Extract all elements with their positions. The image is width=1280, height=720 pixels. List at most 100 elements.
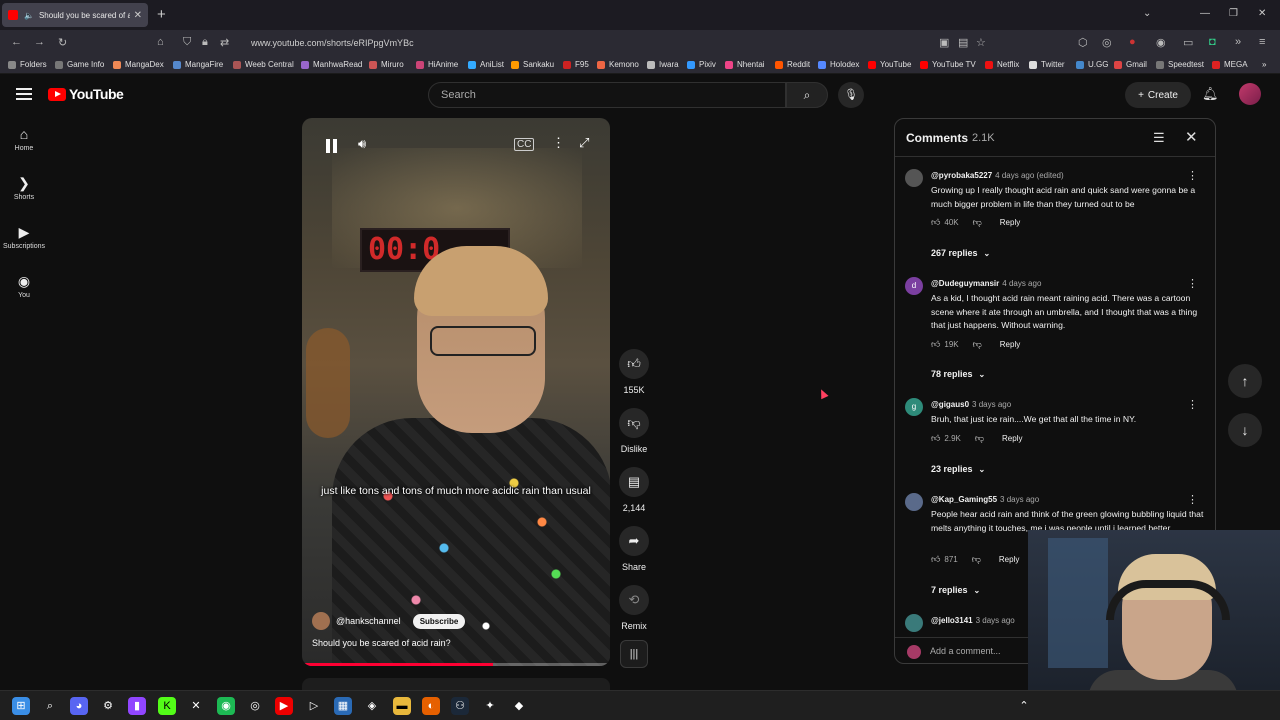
back-icon[interactable]: ← (11, 36, 22, 48)
commenter-avatar[interactable] (905, 614, 923, 632)
bookmark-item[interactable]: Nhentai (725, 60, 765, 69)
comment-menu-icon[interactable]: ⋮ (1187, 493, 1198, 506)
bookmark-item[interactable]: YouTube TV (920, 60, 976, 69)
comment-time[interactable]: 3 days ago (976, 616, 1015, 625)
microphone-icon[interactable]: 🎙︎ (838, 82, 864, 108)
minimize-icon[interactable]: — (1200, 8, 1210, 19)
comment-time[interactable]: 4 days ago (1002, 279, 1041, 288)
bookmark-item[interactable]: Weeb Central (233, 60, 294, 69)
reply-button[interactable]: Reply (999, 555, 1019, 564)
comment-dislike-icon[interactable]: 👎︎ (972, 554, 981, 565)
speaker-icon[interactable]: 🔈 (24, 11, 34, 20)
address-bar[interactable]: www.youtube.com/shorts/eRIPpgVmYBc (251, 38, 414, 48)
commenter-avatar[interactable]: g (905, 398, 923, 416)
sidebar-item-subscriptions[interactable]: ▶ Subscriptions (0, 224, 48, 250)
overflow-chevron-icon[interactable]: » (1235, 36, 1241, 48)
dislike-button[interactable]: 👎︎ Dislike (619, 408, 649, 454)
spotify-icon[interactable]: ◉ (217, 697, 235, 715)
view-replies-button[interactable]: 23 replies ⌄ (931, 464, 985, 474)
commenter-avatar[interactable] (905, 493, 923, 511)
extension-icon-3[interactable]: ◉ (1156, 36, 1166, 49)
comment-author[interactable]: @pyrobaka5227 (931, 171, 992, 180)
search-button[interactable]: ⌕ (786, 82, 828, 108)
extension-icon-1[interactable]: ◎ (1102, 36, 1112, 49)
sort-icon[interactable]: ☰ (1153, 130, 1165, 146)
bookmark-item[interactable]: Reddit (775, 60, 810, 69)
extension-icon-4[interactable]: ▭ (1183, 36, 1193, 49)
taskbar-app-icon[interactable]: ◎ (246, 697, 264, 715)
comment-time[interactable]: 3 days ago (1000, 495, 1039, 504)
bookmark-item[interactable]: Twitter (1029, 60, 1065, 69)
extensions-icon[interactable]: ⬡ (1078, 36, 1088, 49)
volume-icon[interactable]: 🔊︎ (358, 136, 366, 152)
comment-dislike-icon[interactable]: 👎︎ (975, 433, 984, 444)
comment-menu-icon[interactable]: ⋮ (1187, 398, 1198, 411)
steam-icon[interactable]: ⚇ (451, 697, 469, 715)
comment-author[interactable]: @jello3141 (931, 616, 973, 625)
reader-view-icon[interactable]: ▤ (958, 36, 968, 49)
bookmark-item[interactable]: AniList (468, 60, 504, 69)
comment-dislike-icon[interactable]: 👎︎ (973, 217, 982, 228)
sidebar-item-shorts[interactable]: ❯ Shorts (0, 175, 48, 201)
taskbar-app-icon[interactable]: ▦ (334, 697, 352, 715)
extension-icon-2[interactable]: ● (1129, 36, 1136, 48)
tray-chevron-up-icon[interactable]: ⌃ (1015, 697, 1033, 715)
bookmark-item[interactable]: MangaFire (173, 60, 223, 69)
x-icon[interactable]: ✕ (187, 697, 205, 715)
bookmark-item[interactable]: ManhwaRead (301, 60, 362, 69)
tab-list-chevron-icon[interactable]: ⌄ (1143, 8, 1151, 19)
more-options-icon[interactable]: ⋮ (552, 135, 565, 151)
permissions-icon[interactable]: ⇄ (220, 36, 229, 49)
next-short-preview[interactable] (302, 678, 610, 690)
reply-button[interactable]: Reply (1000, 218, 1020, 227)
comment-author[interactable]: @Dudeguymansir (931, 279, 999, 288)
extension-icon-5[interactable]: ◘ (1209, 36, 1216, 48)
bookmark-item[interactable]: Kemono (597, 60, 639, 69)
browser-menu-icon[interactable]: ≡ (1259, 36, 1265, 48)
reply-button[interactable]: Reply (1002, 434, 1022, 443)
subscribe-button[interactable]: Subscribe (412, 613, 466, 629)
discord-icon[interactable]: ◕ (70, 697, 88, 715)
video-title[interactable]: Should you be scared of acid rain? (312, 638, 451, 648)
bookmark-item[interactable]: YouTube (868, 60, 911, 69)
browser-tab[interactable]: 🔈 Should you be scared of ac ✕ (2, 3, 148, 27)
bookmark-item[interactable]: Game Info (55, 60, 104, 69)
bookmark-item[interactable]: Holodex (818, 60, 859, 69)
twitch-icon[interactable]: ▮ (128, 697, 146, 715)
account-avatar[interactable] (1239, 83, 1261, 105)
pause-icon[interactable] (320, 136, 342, 158)
commenter-avatar[interactable] (905, 169, 923, 187)
taskbar-app-icon[interactable]: ✦ (481, 697, 499, 715)
commenter-avatar[interactable]: d (905, 277, 923, 295)
comment-like-icon[interactable]: 👍︎ (931, 339, 940, 350)
taskbar-app-icon[interactable]: ⚙ (99, 697, 117, 715)
view-replies-button[interactable]: 7 replies ⌄ (931, 585, 980, 595)
new-tab-icon[interactable]: + (157, 6, 166, 23)
media-player-icon[interactable]: ▷ (305, 697, 323, 715)
like-button[interactable]: 👍︎ 155K (619, 349, 649, 395)
share-button[interactable]: ➦ Share (619, 526, 649, 572)
firefox-icon[interactable]: ◐ (422, 697, 440, 715)
kick-icon[interactable]: K (158, 697, 176, 715)
search-input[interactable]: Search (428, 82, 786, 108)
comment-like-icon[interactable]: 👍︎ (931, 433, 940, 444)
notifications-bell-icon[interactable]: 🔔︎ (1202, 86, 1219, 102)
view-replies-button[interactable]: 267 replies ⌄ (931, 248, 990, 258)
bookmark-item[interactable]: Iwara (647, 60, 679, 69)
bookmark-item[interactable]: Sankaku (511, 60, 554, 69)
bookmark-item[interactable]: Pixiv (687, 60, 716, 69)
comment-dislike-icon[interactable]: 👎︎ (973, 339, 982, 350)
remix-button[interactable]: ⟲ Remix (619, 585, 649, 631)
file-explorer-icon[interactable]: ▬ (393, 697, 411, 715)
menu-icon[interactable] (16, 88, 32, 100)
comment-like-icon[interactable]: 👍︎ (931, 554, 940, 565)
bookmark-item[interactable]: MEGA (1212, 60, 1248, 69)
video-progress-bar[interactable] (302, 663, 610, 666)
comment-time[interactable]: 3 days ago (972, 400, 1011, 409)
taskbar-search-icon[interactable]: ⌕ (41, 697, 59, 715)
close-comments-icon[interactable]: ✕ (1185, 128, 1198, 146)
comment-author[interactable]: @gigaus0 (931, 400, 969, 409)
captions-icon[interactable]: CC (514, 138, 535, 151)
picture-in-picture-icon[interactable]: ▣ (939, 36, 949, 49)
sidebar-item-you[interactable]: ◉ You (0, 273, 48, 299)
